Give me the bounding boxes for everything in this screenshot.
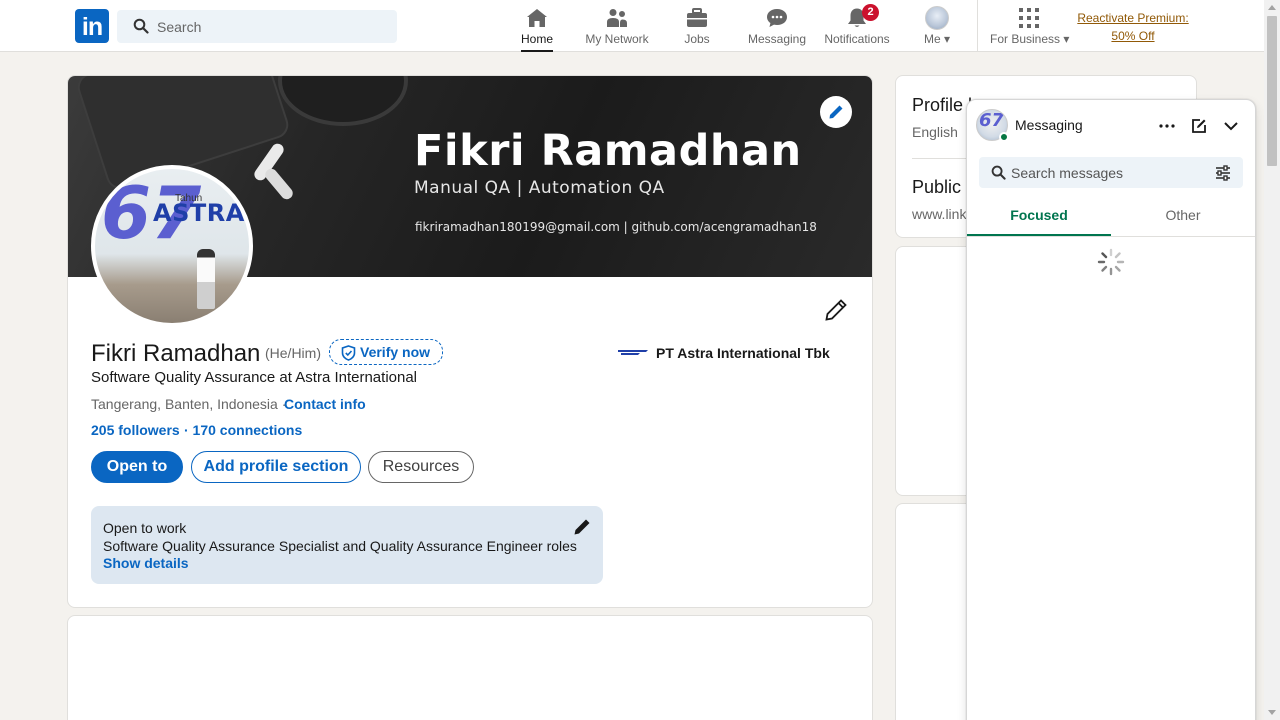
edit-banner-button[interactable] bbox=[820, 96, 852, 128]
nav-my-network[interactable]: My Network bbox=[577, 6, 657, 50]
chevron-down-icon bbox=[1224, 122, 1238, 131]
premium-line-2: 50% Off bbox=[1111, 29, 1155, 43]
premium-line-1: Reactivate Premium: bbox=[1077, 11, 1189, 25]
nav-me[interactable]: Me ▾ bbox=[897, 6, 977, 50]
nav-jobs[interactable]: Jobs bbox=[657, 6, 737, 50]
profile-pronouns: (He/Him) bbox=[265, 345, 321, 361]
nav-jobs-label: Jobs bbox=[684, 32, 710, 46]
messaging-overlay: 67 Messaging Focused Other bbox=[966, 99, 1256, 720]
open-to-work-roles: Software Quality Assurance Specialist an… bbox=[103, 538, 577, 554]
profile-language-title: Profile l bbox=[912, 95, 973, 115]
linkedin-logo-icon[interactable]: in bbox=[75, 9, 109, 43]
nav-home[interactable]: Home bbox=[497, 6, 577, 52]
profile-top-card: Fikri Ramadhan Manual QA | Automation QA… bbox=[67, 75, 873, 608]
edit-open-to-work-button[interactable] bbox=[573, 518, 591, 539]
compose-message-button[interactable] bbox=[1187, 114, 1211, 138]
astra-company-logo bbox=[618, 350, 648, 355]
banner-contact: fikriramadhan180199@gmail.com | github.c… bbox=[415, 220, 817, 234]
nav-my-network-label: My Network bbox=[585, 32, 649, 46]
nav-notifications-label: Notifications bbox=[824, 32, 890, 46]
profile-language-value: English bbox=[912, 124, 958, 140]
scrollbar-thumb[interactable] bbox=[1267, 16, 1277, 166]
tab-other[interactable]: Other bbox=[1111, 196, 1255, 236]
home-icon bbox=[497, 6, 577, 30]
open-to-work-title: Open to work bbox=[103, 520, 187, 536]
online-status-indicator bbox=[999, 132, 1009, 142]
shield-check-icon bbox=[341, 344, 356, 368]
messaging-icon bbox=[737, 6, 817, 30]
messaging-title: Messaging bbox=[1015, 117, 1083, 133]
loading-spinner-icon bbox=[1096, 247, 1126, 282]
pencil-icon bbox=[825, 299, 847, 321]
banner-cup-decoration bbox=[278, 76, 408, 126]
bell-icon bbox=[817, 6, 897, 30]
banner-name: Fikri Ramadhan bbox=[414, 126, 802, 176]
profile-section-card bbox=[67, 615, 873, 720]
compose-icon bbox=[1192, 119, 1206, 133]
nav-home-label: Home bbox=[520, 32, 553, 46]
contact-info-link[interactable]: Contact info bbox=[284, 396, 366, 412]
profile-photo[interactable]: 67 Tahun ASTRA bbox=[91, 165, 253, 327]
minimize-messaging-button[interactable] bbox=[1219, 114, 1243, 138]
reactivate-premium-link[interactable]: Reactivate Premium: 50% Off bbox=[1074, 9, 1192, 45]
caret-down-icon: ▾ bbox=[943, 32, 951, 46]
filter-icon[interactable] bbox=[1215, 165, 1231, 186]
public-profile-title: Public bbox=[912, 177, 962, 197]
messaging-tabs: Focused Other bbox=[967, 196, 1255, 237]
caret-down-icon: ▾ bbox=[1063, 32, 1070, 46]
messaging-search bbox=[979, 157, 1243, 188]
nav-notifications[interactable]: 2 Notifications bbox=[817, 4, 897, 50]
nav-me-label: Me ▾ bbox=[923, 32, 951, 46]
search-icon bbox=[991, 165, 1006, 185]
resources-button[interactable]: Resources bbox=[368, 451, 474, 483]
global-nav: in Home My Network Jobs Messaging bbox=[0, 0, 1264, 52]
connections-link[interactable]: · 170 connections bbox=[184, 422, 302, 438]
page-scrollbar[interactable] bbox=[1264, 0, 1280, 720]
global-search bbox=[117, 10, 397, 43]
followers-link[interactable]: 205 followers bbox=[91, 422, 180, 438]
current-company-link[interactable]: PT Astra International Tbk bbox=[656, 345, 830, 361]
add-profile-section-button[interactable]: Add profile section bbox=[191, 451, 361, 483]
avatar-person bbox=[197, 249, 215, 309]
profile-location: Tangerang, Banten, Indonesia · bbox=[91, 396, 287, 412]
profile-name: Fikri Ramadhan bbox=[91, 340, 261, 367]
edit-intro-button[interactable] bbox=[824, 298, 848, 322]
network-icon bbox=[577, 6, 657, 30]
scroll-up-arrow-icon[interactable] bbox=[1268, 5, 1276, 10]
verify-now-label: Verify now bbox=[360, 344, 431, 360]
ellipsis-icon bbox=[1159, 124, 1175, 128]
show-details-link[interactable]: Show details bbox=[103, 555, 591, 571]
scroll-down-arrow-icon[interactable] bbox=[1268, 710, 1276, 715]
avatar-brand-text: ASTRA bbox=[153, 199, 245, 227]
search-icon bbox=[133, 18, 149, 39]
notification-badge: 2 bbox=[862, 4, 879, 21]
avatar-number: 67 bbox=[979, 110, 1005, 131]
more-options-button[interactable] bbox=[1155, 114, 1179, 138]
banner-earbud-decoration bbox=[262, 166, 296, 202]
nav-messaging[interactable]: Messaging bbox=[737, 6, 817, 50]
messaging-header[interactable]: 67 Messaging bbox=[967, 100, 1255, 150]
open-to-button[interactable]: Open to bbox=[91, 451, 183, 483]
nav-for-business[interactable]: For Business ▾ bbox=[990, 6, 1070, 50]
search-input[interactable] bbox=[157, 10, 387, 43]
avatar bbox=[925, 6, 949, 30]
search-messages-input[interactable] bbox=[1011, 157, 1201, 188]
briefcase-icon bbox=[657, 6, 737, 30]
pencil-icon bbox=[574, 519, 590, 535]
profile-headline: Software Quality Assurance at Astra Inte… bbox=[91, 369, 418, 386]
nav-for-business-label: For Business ▾ bbox=[990, 32, 1070, 46]
open-to-work-card: Open to work Software Quality Assurance … bbox=[91, 506, 603, 584]
verify-now-button[interactable]: Verify now bbox=[329, 339, 444, 368]
banner-subtitle: Manual QA | Automation QA bbox=[414, 178, 665, 198]
nav-messaging-label: Messaging bbox=[747, 32, 807, 46]
grid-icon bbox=[990, 6, 1068, 30]
public-profile-url: www.link bbox=[912, 206, 967, 222]
nav-divider bbox=[977, 0, 978, 52]
tab-focused[interactable]: Focused bbox=[967, 196, 1111, 236]
pencil-icon bbox=[829, 105, 843, 119]
